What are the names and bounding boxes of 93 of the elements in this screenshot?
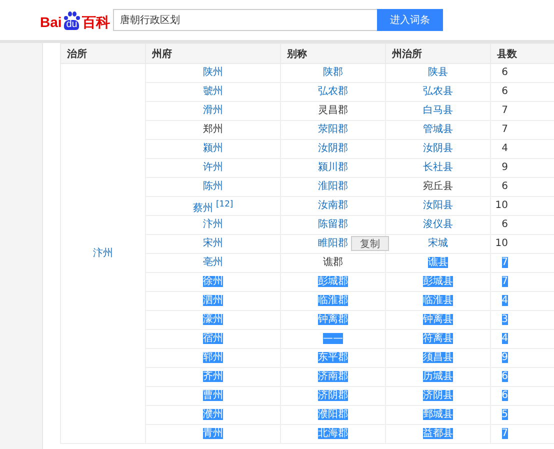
cell-text: 彭城郡	[318, 276, 348, 287]
cell-text: 灵昌郡	[318, 105, 348, 116]
cell-text: 6	[502, 86, 508, 97]
cell-text[interactable]: 蔡州 $^{[12]}$	[192, 202, 234, 214]
cell-text: 宛丘县	[423, 181, 453, 192]
cell-text: 4	[502, 143, 508, 154]
cell-text[interactable]: 汝阴郡	[318, 143, 348, 154]
cell-text: 北海郡	[318, 428, 348, 439]
column-header: 州府	[152, 48, 172, 60]
cell-text[interactable]: 汴州	[203, 219, 223, 230]
cell-text: 濮阳郡	[318, 409, 348, 420]
cell-text: 5	[502, 409, 508, 420]
cell-text: 7	[502, 124, 508, 135]
cell-text[interactable]: 弘农郡	[318, 86, 348, 97]
logo-text: 百科	[82, 14, 110, 30]
cell-text: 符离县	[423, 333, 453, 344]
cell-text[interactable]: 淮阳郡	[318, 181, 348, 192]
cell-text: 7	[502, 428, 508, 439]
cell-text: 6	[502, 181, 508, 192]
cell-text: 6	[502, 371, 508, 382]
cell-text[interactable]: 汝阴县	[423, 143, 453, 154]
column-header: 治所	[67, 48, 87, 60]
cell-text: 濮州	[203, 409, 223, 420]
cell-text[interactable]: 陕州	[203, 67, 223, 78]
cell-text: 鄄城县	[423, 409, 453, 420]
cell-text: 钟离郡	[318, 314, 348, 325]
cell-text: 4	[502, 295, 508, 306]
cell-text: 彭城县	[423, 276, 453, 287]
cell-text: 东平郡	[318, 352, 348, 363]
cell-text[interactable]: 陕县	[428, 67, 448, 78]
cell-text: 历城县	[423, 371, 453, 382]
cell-text: 宿州	[203, 333, 223, 344]
cell-text[interactable]: 宋城	[428, 238, 448, 249]
cell-text[interactable]: 弘农县	[423, 86, 453, 97]
cell-text: 曹州	[203, 390, 223, 401]
logo-text: du	[64, 20, 80, 30]
column-header: 县数	[497, 48, 517, 60]
cell-text: 钟离县	[423, 314, 453, 325]
cell-text: 泗州	[203, 295, 223, 306]
enter-entry-button[interactable]: 进入词条	[377, 9, 443, 31]
column-header: 别称	[287, 48, 307, 60]
cell-text: 徐州	[203, 276, 223, 287]
cell-text: 7	[502, 257, 508, 268]
cell-text: 10	[495, 238, 508, 249]
cell-text: 6	[502, 390, 508, 401]
cell-text: 10	[495, 200, 508, 211]
cell-text: 7	[502, 105, 508, 116]
cell-text[interactable]: 浚仪县	[423, 219, 453, 230]
cell-text[interactable]: 荥阳郡	[318, 124, 348, 135]
cell-text: 济阴县	[423, 390, 453, 401]
cell-text: 郓州	[203, 352, 223, 363]
cell-text: 济南郡	[318, 371, 348, 382]
cell-text[interactable]: 管城县	[423, 124, 453, 135]
cell-text: 濠州	[203, 314, 223, 325]
cell-text[interactable]: 汝南郡	[318, 200, 348, 211]
cell-text[interactable]: 汝阳县	[423, 200, 453, 211]
column-header: 州治所	[392, 48, 422, 60]
cell-text: 临淮县	[423, 295, 453, 306]
cell-text[interactable]: 许州	[203, 162, 223, 173]
cell-text[interactable]: 颍州	[203, 143, 223, 154]
cell-text: 9	[502, 352, 508, 363]
logo-text: Bai	[40, 14, 62, 30]
cell-text: 9	[502, 162, 508, 173]
cell-text: 谯县	[428, 257, 448, 268]
cell-text: ——	[323, 333, 343, 344]
cell-text: 齐州	[203, 371, 223, 382]
cell-text: 4	[502, 333, 508, 344]
cell-text[interactable]: 汴州	[93, 248, 113, 258]
cell-text[interactable]: 陈留郡	[318, 219, 348, 230]
cell-text[interactable]: 滑州	[203, 105, 223, 116]
cell-text[interactable]: 白马县	[423, 105, 453, 116]
cell-text[interactable]: 陈州	[203, 181, 223, 192]
cell-text[interactable]: 睢阳郡	[318, 238, 348, 249]
search-field[interactable]: 唐朝行政区划	[113, 9, 377, 31]
cell-text[interactable]: 宋州	[203, 238, 223, 249]
cell-text: 7	[502, 276, 508, 287]
cell-text: 3	[502, 314, 508, 325]
cell-text: 须昌县	[423, 352, 453, 363]
cell-text: 郑州	[203, 124, 223, 135]
cell-text: 6	[502, 219, 508, 230]
cell-text[interactable]: 亳州	[203, 257, 223, 268]
cell-text: 济阴郡	[318, 390, 348, 401]
cell-text[interactable]: 虢州	[203, 86, 223, 97]
cell-text: 6	[502, 67, 508, 78]
paw-icon	[62, 10, 81, 20]
cell-text: 临淮郡	[318, 295, 348, 306]
cell-text: 益都县	[423, 428, 453, 439]
cell-text: 青州	[203, 428, 223, 439]
copy-button[interactable]: 复制	[351, 236, 389, 251]
cell-text[interactable]: 颍川郡	[318, 162, 348, 173]
cell-text[interactable]: 陕郡	[323, 67, 343, 78]
cell-text[interactable]: 长社县	[423, 162, 453, 173]
cell-text: 谯郡	[323, 257, 343, 268]
